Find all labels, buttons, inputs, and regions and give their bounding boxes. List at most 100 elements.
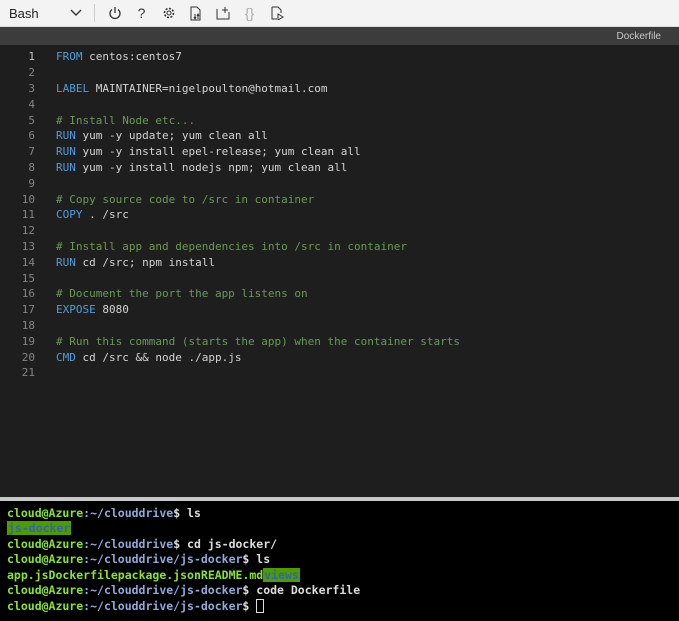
code-line[interactable]: 10 # Copy source code to /src in containe… — [0, 191, 679, 207]
code-text: RUN cd /src; npm install — [35, 256, 215, 269]
code-line[interactable]: 16 # Document the port the app listens on — [0, 286, 679, 302]
line-number: 11 — [21, 208, 35, 222]
code-line[interactable]: 11 COPY . /src — [0, 207, 679, 223]
terminal-line: js-docker — [7, 521, 672, 537]
terminal-line: app.js Dockerfile package.json README.md… — [7, 567, 672, 583]
editor-braces-icon: {} — [244, 5, 255, 21]
line-number: 16 — [21, 287, 35, 301]
code-args: MAINTAINER=nigelpoulton@hotmail.com — [89, 81, 328, 95]
shell-selector[interactable]: Bash — [0, 6, 90, 21]
directory-entry: js-docker — [7, 521, 72, 536]
code-text: COPY . /src — [35, 208, 129, 221]
power-icon — [108, 7, 121, 20]
code-args: cd /src && node ./app.js — [75, 350, 242, 364]
code-line[interactable]: 13 # Install app and dependencies into /s… — [0, 239, 679, 255]
terminal-line: cloud@Azure:~/clouddrive/js-docker $ — [7, 598, 672, 614]
prompt-path: :~/clouddrive/js-docker — [83, 552, 243, 567]
open-editor-button[interactable]: {} — [236, 0, 263, 27]
new-session-button[interactable] — [209, 0, 236, 27]
line-number: 15 — [21, 271, 35, 285]
prompt-path: :~/clouddrive — [83, 505, 174, 520]
code-line[interactable]: 18 — [0, 318, 679, 334]
file-entry: package.json — [117, 567, 201, 582]
command: $ cd js-docker/ — [173, 536, 278, 551]
line-number: 20 — [21, 350, 35, 364]
code-line[interactable]: 4 — [0, 96, 679, 112]
code-text: # Run this command (starts the app) when… — [35, 335, 460, 348]
prompt-user: cloud@Azure — [7, 583, 84, 598]
line-number: 14 — [21, 255, 35, 269]
code-line[interactable]: 5 # Install Node etc... — [0, 112, 679, 128]
keyword: FROM — [56, 50, 83, 64]
line-number: 5 — [28, 113, 35, 127]
code-args: yum -y install epel-release; yum clean a… — [75, 145, 361, 159]
keyword: RUN — [56, 160, 76, 174]
command: $ code Dockerfile — [242, 583, 361, 598]
file-entry: Dockerfile — [48, 567, 118, 582]
keyword: CMD — [56, 350, 76, 364]
code-line[interactable]: 21 — [0, 365, 679, 381]
terminal-line: cloud@Azure:~/clouddrive $ ls — [7, 505, 672, 521]
code-line[interactable]: 19 # Run this command (starts the app) wh… — [0, 333, 679, 349]
code-text: EXPOSE 8080 — [35, 303, 129, 316]
code-line[interactable]: 7 RUN yum -y install epel-release; yum cl… — [0, 144, 679, 160]
code-text: LABEL MAINTAINER=nigelpoulton@hotmail.co… — [35, 82, 328, 95]
web-preview-icon — [271, 6, 284, 20]
keyword: RUN — [56, 129, 76, 143]
restart-button[interactable] — [101, 0, 128, 27]
code-text: # Install app and dependencies into /src… — [35, 240, 407, 253]
line-number: 4 — [28, 97, 35, 111]
line-number: 19 — [21, 334, 35, 348]
editor-tab-bar: Dockerfile — [0, 27, 679, 45]
code-text: CMD cd /src && node ./app.js — [35, 351, 241, 364]
code-line[interactable]: 12 — [0, 223, 679, 239]
code-line[interactable]: 14 RUN cd /src; npm install — [0, 254, 679, 270]
code-line[interactable]: 9 — [0, 175, 679, 191]
web-preview-button[interactable] — [263, 0, 290, 27]
terminal[interactable]: cloud@Azure:~/clouddrive $ ls js-docker c… — [0, 501, 679, 621]
code-editor[interactable]: 1 FROM centos:centos7 2 3 LABEL MAINTAINER=n… — [0, 45, 679, 497]
help-button[interactable]: ? — [128, 0, 155, 27]
shell-label: Bash — [9, 5, 39, 21]
comment: # Install app and dependencies into /src… — [56, 239, 407, 253]
command: $ ls — [173, 505, 201, 520]
code-args: . /src — [82, 208, 129, 222]
comment: # Document the port the app listens on — [56, 287, 308, 301]
prompt-user: cloud@Azure — [7, 552, 84, 567]
upload-download-button[interactable] — [182, 0, 209, 27]
code-args: yum -y update; yum clean all — [75, 129, 268, 143]
code-line[interactable]: 20 CMD cd /src && node ./app.js — [0, 349, 679, 365]
code-text: FROM centos:centos7 — [35, 50, 182, 63]
upload-download-icon — [190, 6, 200, 20]
line-number: 17 — [21, 303, 35, 317]
code-line[interactable]: 15 — [0, 270, 679, 286]
code-text: # Document the port the app listens on — [35, 287, 308, 300]
code-text: RUN yum -y install nodejs npm; yum clean… — [35, 161, 347, 174]
settings-button[interactable] — [155, 0, 182, 27]
keyword: LABEL — [56, 81, 90, 95]
line-number: 12 — [21, 224, 35, 238]
code-args: cd /src; npm install — [75, 255, 215, 269]
code-text: RUN yum -y update; yum clean all — [35, 129, 268, 142]
code-line[interactable]: 2 — [0, 65, 679, 81]
code-line[interactable]: 17 EXPOSE 8080 — [0, 302, 679, 318]
code-args: 8080 — [95, 303, 129, 317]
file-entry: README.md — [200, 567, 264, 582]
line-number: 10 — [21, 192, 35, 206]
code-line[interactable]: 6 RUN yum -y update; yum clean all — [0, 128, 679, 144]
chevron-down-icon — [70, 9, 82, 16]
prompt-path: :~/clouddrive — [83, 536, 174, 551]
code-args: centos:centos7 — [82, 50, 182, 64]
terminal-cursor — [256, 598, 265, 613]
code-line[interactable]: 3 LABEL MAINTAINER=nigelpoulton@hotmail.c… — [0, 81, 679, 97]
line-number: 6 — [28, 129, 35, 143]
code-line[interactable]: 1 FROM centos:centos7 — [0, 49, 679, 65]
code-line[interactable]: 8 RUN yum -y install nodejs npm; yum clea… — [0, 160, 679, 176]
keyword: RUN — [56, 255, 76, 269]
line-number: 18 — [21, 318, 35, 332]
file-tab-dockerfile[interactable]: Dockerfile — [617, 31, 661, 42]
line-number: 1 — [28, 50, 35, 64]
terminal-line: cloud@Azure:~/clouddrive/js-docker $ code… — [7, 583, 672, 599]
terminal-line: cloud@Azure:~/clouddrive/js-docker $ ls — [7, 552, 672, 568]
prompt-user: cloud@Azure — [7, 536, 84, 551]
